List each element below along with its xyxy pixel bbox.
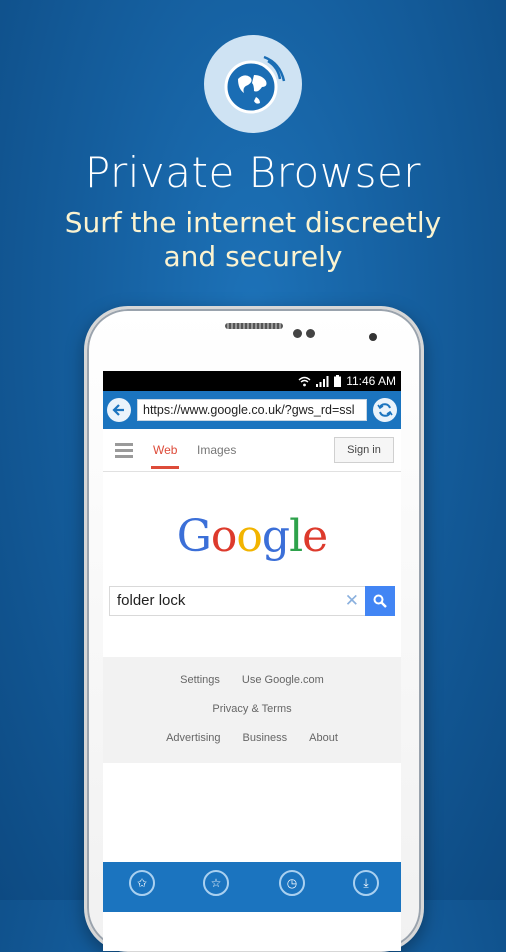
phone-speaker: [225, 323, 283, 329]
footer-link-advertising[interactable]: Advertising: [166, 732, 220, 744]
clear-icon[interactable]: ✕: [345, 587, 359, 615]
back-arrow-icon: [112, 404, 124, 416]
battery-icon: [334, 375, 342, 387]
search-button[interactable]: [365, 586, 395, 616]
download-icon[interactable]: ⤓: [353, 870, 379, 896]
bookmark-add-icon[interactable]: ✩: [129, 870, 155, 896]
phone-camera: [369, 333, 377, 341]
footer-link-about[interactable]: About: [309, 732, 338, 744]
refresh-button[interactable]: [373, 398, 397, 422]
footer-link-privacy-terms[interactable]: Privacy & Terms: [212, 703, 291, 715]
hero-title: Private Browser: [84, 148, 422, 197]
footer-link-use-google-com[interactable]: Use Google.com: [242, 674, 324, 686]
google-logo: Google: [103, 511, 401, 562]
google-logo-letter: o: [236, 511, 262, 562]
google-search-box: folder lock ✕: [109, 586, 395, 616]
status-time: 11:46 AM: [346, 374, 396, 388]
url-field[interactable]: https://www.google.co.uk/?gws_rd=ssl: [137, 399, 367, 421]
hero-subtitle: Surf the internet discreetly and securel…: [64, 206, 442, 273]
google-logo-letter: e: [302, 511, 328, 562]
phone-sensor: [293, 329, 302, 338]
google-logo-letter: G: [176, 511, 212, 562]
footer-link-settings[interactable]: Settings: [180, 674, 220, 686]
phone-screen: 11:46 AM https://www.google.co.uk/?gws_r…: [103, 371, 401, 951]
phone-mockup: 11:46 AM https://www.google.co.uk/?gws_r…: [84, 306, 424, 952]
google-logo-letter: l: [289, 511, 303, 562]
footer-link-business[interactable]: Business: [243, 732, 288, 744]
browser-toolbar: https://www.google.co.uk/?gws_rd=ssl: [103, 391, 401, 429]
google-nav: Web Images Sign in: [103, 429, 401, 472]
status-bar: 11:46 AM: [103, 371, 401, 391]
search-icon: [373, 594, 387, 608]
google-logo-letter: g: [261, 511, 290, 562]
sign-in-button[interactable]: Sign in: [334, 437, 394, 463]
search-input[interactable]: folder lock ✕: [109, 586, 365, 616]
menu-icon[interactable]: [115, 443, 133, 458]
bookmarks-list-icon[interactable]: ☆: [203, 870, 229, 896]
history-icon[interactable]: ◷: [279, 870, 305, 896]
back-button[interactable]: [107, 398, 131, 422]
app-logo: [204, 35, 302, 133]
refresh-icon: [377, 403, 393, 417]
search-input-value: folder lock: [117, 592, 186, 609]
wifi-icon: [298, 376, 311, 386]
signal-icon: [316, 375, 329, 387]
tab-images[interactable]: Images: [197, 443, 236, 457]
globe-icon: [224, 55, 286, 114]
phone-sensor: [306, 329, 315, 338]
tab-web[interactable]: Web: [153, 443, 177, 457]
google-logo-letter: o: [210, 511, 237, 562]
browser-bottom-bar: ✩ ☆ ◷ ⤓: [103, 862, 401, 912]
tab-web-indicator: [151, 466, 179, 469]
google-footer: Settings Use Google.com Privacy & Terms …: [103, 657, 401, 763]
